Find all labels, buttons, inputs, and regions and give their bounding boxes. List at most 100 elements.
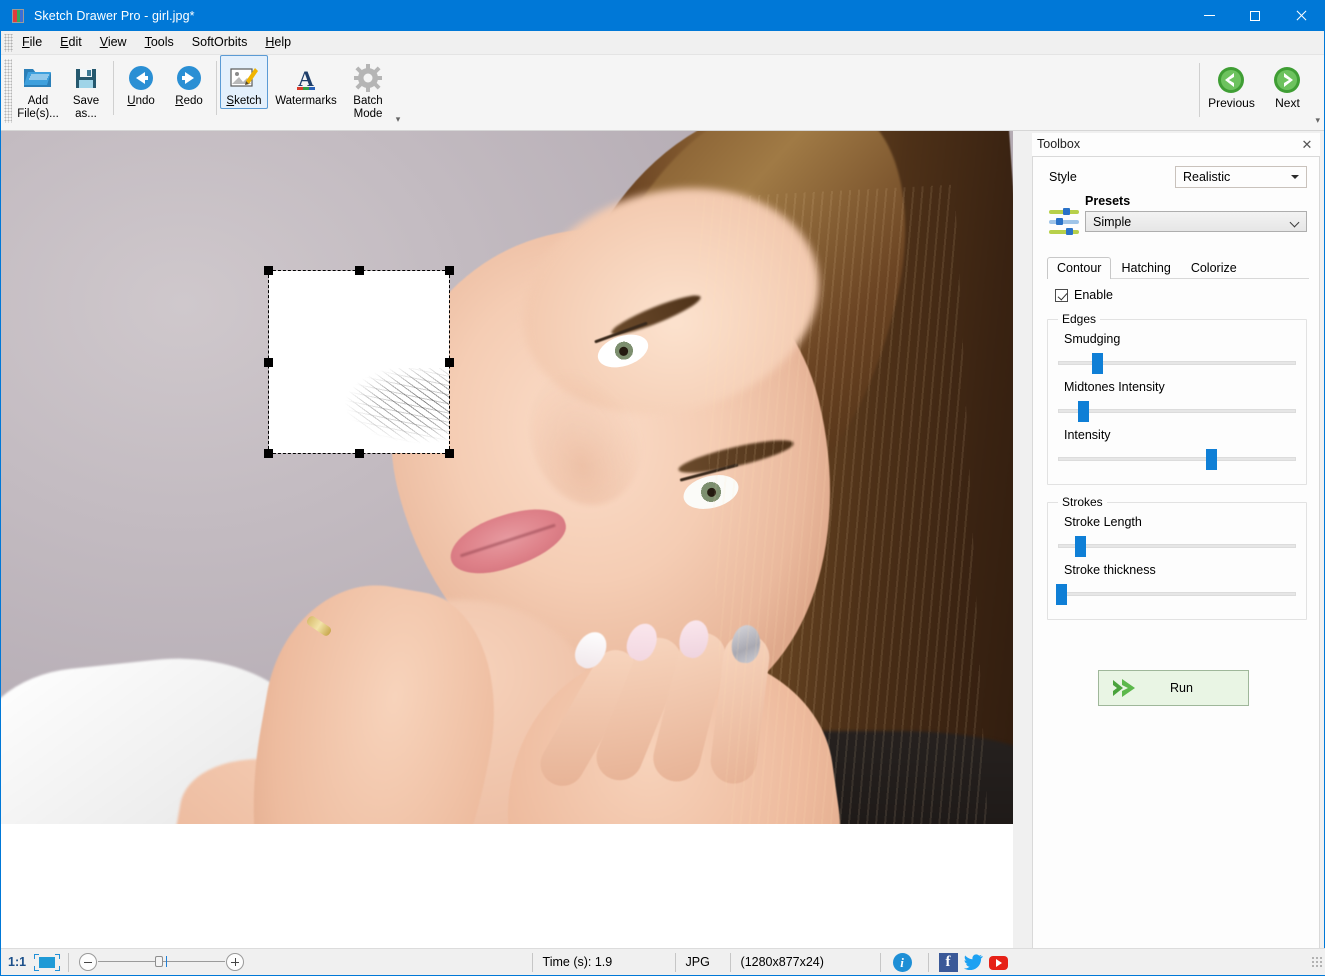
tab-contour[interactable]: Contour <box>1047 257 1111 279</box>
slider-thumb[interactable] <box>1078 401 1089 422</box>
toolbar-overflow-icon-right[interactable]: ▾ <box>1315 115 1320 126</box>
slider-thumb[interactable] <box>1206 449 1217 470</box>
facebook-icon[interactable]: f <box>939 953 958 972</box>
stroke-thickness-slider[interactable] <box>1056 581 1298 607</box>
undo-arrow-icon <box>126 61 156 95</box>
menu-item-help[interactable]: Help <box>256 32 300 53</box>
sketch-button[interactable]: Sketch <box>220 55 268 109</box>
enable-row[interactable]: Enable <box>1033 279 1319 302</box>
toolbar-group-effects: Sketch A Watermarks <box>220 55 406 129</box>
social-icons-2: f <box>939 953 1014 972</box>
status-social-cell: i <box>880 953 928 972</box>
canvas-empty-area <box>1 824 1013 952</box>
slider-track <box>1058 409 1296 413</box>
slider-thumb[interactable] <box>1056 584 1067 605</box>
save-as-label-line1: Save <box>72 95 100 108</box>
toolbox-title: Toolbox <box>1037 137 1080 151</box>
toolbar-group-history: Undo Redo <box>117 55 213 129</box>
enable-checkbox[interactable] <box>1055 289 1068 302</box>
add-files-label-line1: Add <box>27 95 49 108</box>
intensity-label: Intensity <box>1064 428 1298 442</box>
resize-grip-icon[interactable] <box>1311 956 1323 968</box>
selection-handle-middle-left[interactable] <box>264 358 273 367</box>
zoom-out-icon[interactable] <box>79 953 97 971</box>
status-format: JPG <box>675 953 730 972</box>
selection-handle-top-right[interactable] <box>445 266 454 275</box>
enable-label: Enable <box>1074 288 1113 302</box>
midtones-intensity-slider[interactable] <box>1056 398 1298 424</box>
info-icon[interactable]: i <box>893 953 912 972</box>
run-button[interactable]: Run <box>1098 670 1249 706</box>
social-icons: i <box>893 953 918 972</box>
presets-dropdown[interactable]: Simple <box>1085 211 1307 232</box>
watermarks-button[interactable]: A Watermarks <box>268 55 344 109</box>
presets-label: Presets <box>1085 194 1307 208</box>
selection-handle-bottom-left[interactable] <box>264 449 273 458</box>
zoom-in-icon[interactable] <box>226 953 244 971</box>
redo-button[interactable]: Redo <box>165 55 213 109</box>
tab-colorize[interactable]: Colorize <box>1181 257 1247 279</box>
tab-hatching[interactable]: Hatching <box>1111 257 1180 279</box>
selection-handle-top-left[interactable] <box>264 266 273 275</box>
menu-item-file[interactable]: FFileile <box>13 32 51 53</box>
slider-thumb[interactable] <box>1075 536 1086 557</box>
style-label: Style <box>1049 170 1077 184</box>
next-button[interactable]: Next <box>1259 55 1315 111</box>
sketch-preview-selection[interactable] <box>269 271 449 453</box>
style-dropdown[interactable]: Realistic <box>1175 166 1307 188</box>
status-dimensions: (1280x877x24) <box>730 953 880 972</box>
minimize-icon <box>1204 15 1215 16</box>
slider-thumb[interactable] <box>1092 353 1103 374</box>
run-label: Run <box>1145 681 1218 695</box>
menu-item-tools[interactable]: Tools <box>136 32 183 53</box>
menu-item-view[interactable]: View <box>91 32 136 53</box>
toolbar-group-file: Add File(s)... Save as... <box>14 55 110 129</box>
menu-item-edit[interactable]: Edit <box>51 32 91 53</box>
batch-mode-button[interactable]: Batch Mode <box>344 55 392 122</box>
batch-mode-label-line2: Mode <box>353 108 384 121</box>
letter-a-icon: A <box>292 61 320 95</box>
save-as-label-line2: as... <box>74 108 98 121</box>
image-canvas[interactable] <box>1 131 1013 824</box>
selection-handle-middle-right[interactable] <box>445 358 454 367</box>
selection-handle-bottom-center[interactable] <box>355 449 364 458</box>
toolbar-grip-icon <box>4 59 12 123</box>
zoom-ratio-label: 1:1 <box>8 955 26 969</box>
photo-preview <box>1 131 1013 824</box>
smudging-slider[interactable] <box>1056 350 1298 376</box>
toolbox-body: Style Realistic <box>1032 156 1320 949</box>
menu-item-softorbits[interactable]: SoftOrbits <box>183 32 257 53</box>
toolbar-overflow-icon[interactable]: ▾ <box>392 111 404 127</box>
stroke-thickness-label: Stroke thickness <box>1064 563 1298 577</box>
batch-mode-label-line1: Batch <box>352 95 383 108</box>
selection-handle-bottom-right[interactable] <box>445 449 454 458</box>
add-files-button[interactable]: Add File(s)... <box>14 55 62 122</box>
zoom-slider-handle[interactable] <box>155 956 163 967</box>
slider-track <box>1058 544 1296 548</box>
zoom-slider[interactable] <box>79 951 244 973</box>
undo-button[interactable]: Undo <box>117 55 165 109</box>
close-button[interactable] <box>1278 0 1324 31</box>
maximize-button[interactable] <box>1232 0 1278 31</box>
toolbox-close-icon[interactable]: ✕ <box>1300 137 1314 151</box>
previous-label: Previous <box>1208 96 1255 110</box>
stroke-length-slider[interactable] <box>1056 533 1298 559</box>
smudging-label: Smudging <box>1064 332 1298 346</box>
previous-button[interactable]: Previous <box>1203 55 1259 111</box>
save-as-button[interactable]: Save as... <box>62 55 110 122</box>
window-title: Sketch Drawer Pro - girl.jpg* <box>34 9 195 23</box>
fit-to-window-icon[interactable] <box>34 954 60 971</box>
toolbox-tabs: Contour Hatching Colorize <box>1047 256 1309 279</box>
main-toolbar: Add File(s)... Save as... <box>1 55 1324 131</box>
twitter-icon[interactable] <box>964 953 983 972</box>
youtube-icon[interactable] <box>989 956 1008 970</box>
minimize-button[interactable] <box>1186 0 1232 31</box>
next-green-arrow-icon <box>1272 63 1302 96</box>
presets-value: Simple <box>1093 215 1131 229</box>
title-bar: Sketch Drawer Pro - girl.jpg* <box>1 0 1324 31</box>
redo-label: Redo <box>174 95 204 108</box>
selection-handle-top-center[interactable] <box>355 266 364 275</box>
presets-row: Presets Simple <box>1033 188 1319 242</box>
strokes-legend: Strokes <box>1058 495 1107 509</box>
intensity-slider[interactable] <box>1056 446 1298 472</box>
